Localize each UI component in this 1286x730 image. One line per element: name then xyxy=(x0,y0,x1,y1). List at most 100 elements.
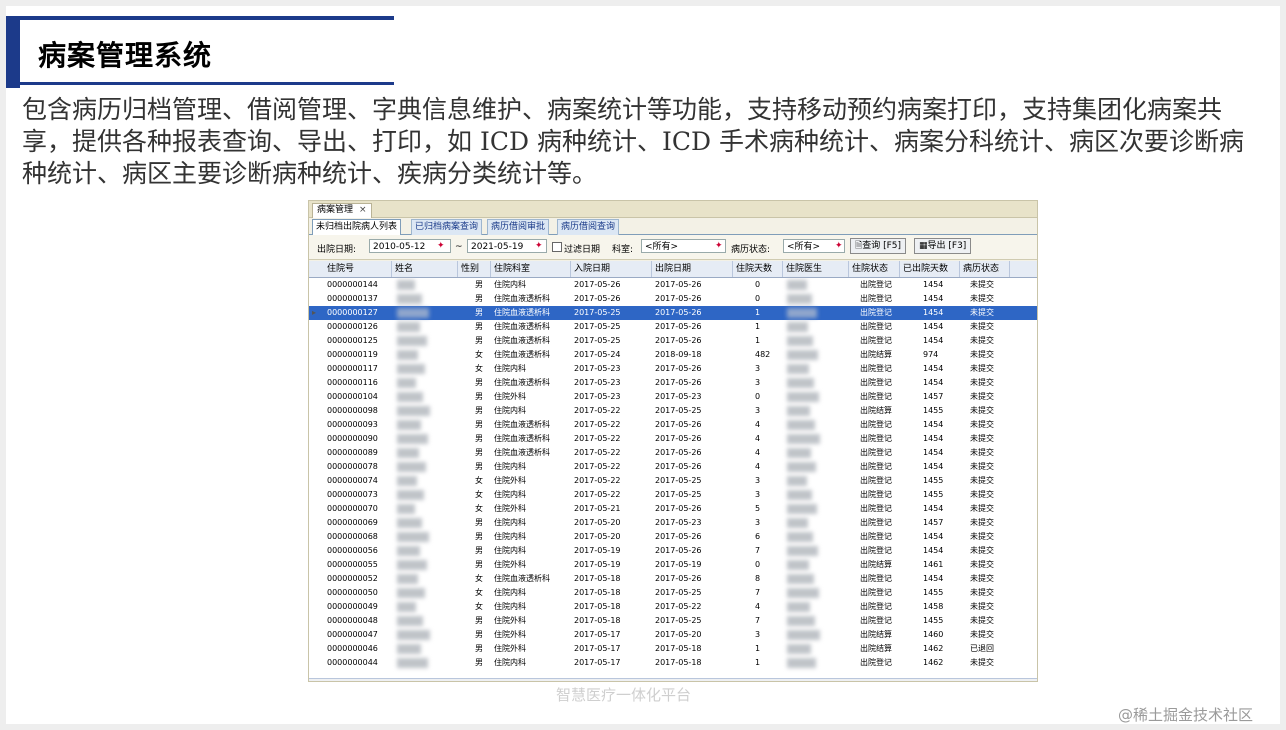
table-row[interactable]: 0000000050 女 住院内科 2017-05-18 2017-05-25 7 出院登记… xyxy=(309,586,1037,600)
cell-admission-no: 0000000069 xyxy=(327,518,378,527)
cell-stay-status: 出院登记 xyxy=(860,378,892,387)
filter-date-checkbox[interactable] xyxy=(552,242,562,252)
cell-admission-no: 0000000104 xyxy=(327,392,378,401)
export-button[interactable]: ▦导出 [F3] xyxy=(914,238,972,254)
cell-stay-days: 0 xyxy=(755,392,761,401)
status-label: 病历状态: xyxy=(731,245,771,255)
table-row[interactable]: 0000000089 男 住院血液透析科 2017-05-22 2017-05-26 4 出… xyxy=(309,446,1037,460)
table-row[interactable]: 0000000073 女 住院内科 2017-05-22 2017-05-25 3 出院登记… xyxy=(309,488,1037,502)
col-days-since-discharge[interactable]: 已出院天数 xyxy=(900,261,960,277)
cell-stay-status: 出院登记 xyxy=(860,532,892,541)
cell-admission-no: 0000000127 xyxy=(327,308,378,317)
cell-discharge-date: 2017-05-25 xyxy=(655,476,702,485)
table-row[interactable]: 0000000068 男 住院内科 2017-05-20 2017-05-26 6 出院登记… xyxy=(309,530,1037,544)
table-row[interactable]: 0000000137 男 住院血液透析科 2017-05-26 2017-05-26 0 出… xyxy=(309,292,1037,306)
tab-archived-query[interactable]: 已归档病案查询 xyxy=(411,219,483,235)
redacted-name xyxy=(397,602,416,612)
cell-discharge-date: 2017-05-18 xyxy=(655,644,702,653)
cell-stay-status: 出院结算 xyxy=(860,350,892,359)
cell-days-since-discharge: 1462 xyxy=(923,644,944,653)
cell-department: 住院内科 xyxy=(494,588,526,597)
cell-admit-date: 2017-05-18 xyxy=(574,602,621,611)
cell-stay-status: 出院登记 xyxy=(860,574,892,583)
table-row[interactable]: 0000000047 男 住院外科 2017-05-17 2017-05-20 3 出院结算… xyxy=(309,628,1037,642)
tab-borrow-query[interactable]: 病历借阅查询 xyxy=(557,219,620,235)
cell-stay-days: 8 xyxy=(755,574,761,583)
cell-record-status: 未提交 xyxy=(970,462,994,471)
cell-stay-days: 3 xyxy=(755,518,761,527)
document-tab[interactable]: 病案管理 × xyxy=(312,203,372,218)
cell-record-status: 未提交 xyxy=(970,420,994,429)
col-discharge-date[interactable]: 出院日期 xyxy=(652,261,733,277)
table-row[interactable]: 0000000055 男 住院外科 2017-05-19 2017-05-19 0 出院结算… xyxy=(309,558,1037,572)
cell-stay-days: 1 xyxy=(755,336,761,345)
chevron-down-icon[interactable]: ✦ xyxy=(715,241,723,251)
cell-admission-no: 0000000073 xyxy=(327,490,378,499)
redacted-doctor xyxy=(787,434,820,444)
table-row[interactable]: 0000000049 女 住院内科 2017-05-18 2017-05-22 4 出院登记… xyxy=(309,600,1037,614)
table-row[interactable]: 0000000046 男 住院外科 2017-05-17 2017-05-18 1 出院结算… xyxy=(309,642,1037,656)
dept-select[interactable]: <所有> xyxy=(641,239,726,253)
table-row[interactable]: 0000000126 男 住院血液透析科 2017-05-25 2017-05-26 1 出… xyxy=(309,320,1037,334)
cell-department: 住院血液透析科 xyxy=(494,434,550,443)
cell-days-since-discharge: 1454 xyxy=(923,448,944,457)
table-row[interactable]: 0000000070 女 住院外科 2017-05-21 2017-05-26 5 出院登记… xyxy=(309,502,1037,516)
cell-gender: 女 xyxy=(475,504,483,513)
col-gender[interactable]: 性别 xyxy=(458,261,491,277)
tab-borrow-approval[interactable]: 病历借阅审批 xyxy=(487,219,550,235)
col-name[interactable]: 姓名 xyxy=(392,261,458,277)
cell-admission-no: 0000000048 xyxy=(327,616,378,625)
col-doctor[interactable]: 住院医生 xyxy=(783,261,849,277)
cell-gender: 男 xyxy=(475,294,483,303)
cell-record-status: 未提交 xyxy=(970,378,994,387)
cell-admission-no: 0000000126 xyxy=(327,322,378,331)
table-row[interactable]: 0000000069 男 住院内科 2017-05-20 2017-05-23 3 出院登记… xyxy=(309,516,1037,530)
table-row[interactable]: 0000000093 男 住院血液透析科 2017-05-22 2017-05-26 4 出… xyxy=(309,418,1037,432)
table-row[interactable]: 0000000048 男 住院外科 2017-05-18 2017-05-25 7 出院登记… xyxy=(309,614,1037,628)
table-row[interactable]: 0000000052 女 住院血液透析科 2017-05-18 2017-05-26 8 出… xyxy=(309,572,1037,586)
tab-undischarged-list[interactable]: 未归档出院病人列表 xyxy=(312,219,402,235)
cell-stay-status: 出院登记 xyxy=(860,392,892,401)
col-stay-status[interactable]: 住院状态 xyxy=(849,261,900,277)
table-row[interactable]: 0000000144 男 住院内科 2017-05-26 2017-05-26 0 出院登记… xyxy=(309,278,1037,292)
cell-days-since-discharge: 1454 xyxy=(923,546,944,555)
table-row[interactable]: 0000000116 男 住院血液透析科 2017-05-23 2017-05-26 3 出… xyxy=(309,376,1037,390)
table-row[interactable]: 0000000125 男 住院血液透析科 2017-05-25 2017-05-26 1 出… xyxy=(309,334,1037,348)
cell-stay-days: 5 xyxy=(755,504,761,513)
table-row[interactable]: 0000000074 女 住院外科 2017-05-22 2017-05-25 3 出院登记… xyxy=(309,474,1037,488)
col-stay-days[interactable]: 住院天数 xyxy=(733,261,783,277)
cell-stay-days: 1 xyxy=(755,644,761,653)
table-row[interactable]: ▸ 0000000127 男 住院血液透析科 2017-05-25 2017-05-26 1… xyxy=(309,306,1037,320)
table-row[interactable]: 0000000098 男 住院内科 2017-05-22 2017-05-25 3 出院结算… xyxy=(309,404,1037,418)
table-row[interactable]: 0000000078 男 住院内科 2017-05-22 2017-05-26 4 出院登记… xyxy=(309,460,1037,474)
table-row[interactable]: 0000000104 男 住院外科 2017-05-23 2017-05-23 0 出院登记… xyxy=(309,390,1037,404)
query-button-label: 查询 [F5] xyxy=(862,241,902,251)
title-bar: 病案管理系统 xyxy=(6,16,394,88)
cell-record-status: 未提交 xyxy=(970,616,994,625)
cell-gender: 男 xyxy=(475,532,483,541)
date-picker-icon[interactable]: ✦ xyxy=(535,241,543,251)
date-picker-icon[interactable]: ✦ xyxy=(437,241,445,251)
table-row[interactable]: 0000000117 女 住院内科 2017-05-23 2017-05-26 3 出院登记… xyxy=(309,362,1037,376)
col-admission-no[interactable]: 住院号 xyxy=(324,261,392,277)
cell-admission-no: 0000000090 xyxy=(327,434,378,443)
redacted-doctor xyxy=(787,392,819,402)
table-row[interactable]: 0000000119 女 住院血液透析科 2017-05-24 2018-09-18 48… xyxy=(309,348,1037,362)
query-button[interactable]: 🗎查询 [F5] xyxy=(850,238,907,254)
chevron-down-icon[interactable]: ✦ xyxy=(835,241,843,251)
cell-record-status: 已退回 xyxy=(970,644,994,653)
title-line-bottom xyxy=(20,82,394,85)
cell-department: 住院外科 xyxy=(494,616,526,625)
col-record-status[interactable]: 病历状态 xyxy=(960,261,1010,277)
close-icon[interactable]: × xyxy=(359,205,367,215)
cell-stay-days: 1 xyxy=(755,322,761,331)
col-department[interactable]: 住院科室 xyxy=(491,261,571,277)
cell-record-status: 未提交 xyxy=(970,630,994,639)
table-row[interactable]: 0000000090 男 住院血液透析科 2017-05-22 2017-05-26 4 出… xyxy=(309,432,1037,446)
col-admit-date[interactable]: 入院日期 xyxy=(571,261,652,277)
table-row[interactable]: 0000000056 男 住院内科 2017-05-19 2017-05-26 7 出院登记… xyxy=(309,544,1037,558)
table-row[interactable]: 0000000044 男 住院内科 2017-05-17 2017-05-18 1 出院登记… xyxy=(309,656,1037,670)
cell-admission-no: 0000000056 xyxy=(327,546,378,555)
cell-discharge-date: 2017-05-22 xyxy=(655,602,702,611)
cell-discharge-date: 2017-05-26 xyxy=(655,546,702,555)
